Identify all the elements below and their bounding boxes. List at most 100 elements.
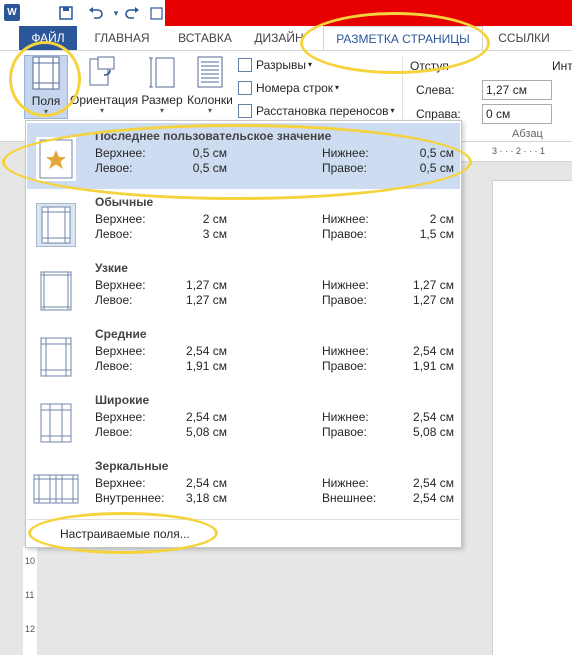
right-label: Правое: bbox=[322, 293, 367, 307]
document-page[interactable] bbox=[492, 180, 572, 655]
ruler-ticks: 3 · · · 2 · · · 1 bbox=[492, 146, 546, 156]
custom-margins-link[interactable]: Настраиваемые поля... bbox=[60, 527, 190, 541]
left-value: 0,5 см bbox=[192, 161, 227, 175]
top-value: 2,54 см bbox=[186, 410, 227, 424]
tab-home[interactable]: ГЛАВНАЯ bbox=[82, 26, 162, 50]
redo-icon[interactable] bbox=[122, 3, 142, 23]
left-value: 3 см bbox=[202, 227, 227, 241]
tab-insert[interactable]: ВСТАВКА bbox=[166, 26, 244, 50]
line-numbers-label: Номера строк bbox=[256, 81, 334, 95]
right-label: Правое: bbox=[322, 425, 367, 439]
right-label: Правое: bbox=[322, 161, 367, 175]
orientation-icon bbox=[88, 55, 116, 89]
margins-option-narrow[interactable]: Узкие Верхнее: 1,27 см Нижнее: 1,27 см Л… bbox=[27, 255, 460, 321]
right-value: 1,27 см bbox=[413, 293, 454, 307]
inside-label: Внутреннее: bbox=[95, 491, 165, 505]
option-title: Обычные bbox=[95, 195, 154, 209]
breaks-icon bbox=[238, 58, 252, 72]
line-numbers-dropdown-icon: ▾ bbox=[335, 83, 340, 92]
save-icon[interactable] bbox=[56, 3, 76, 23]
right-value: 1,5 см bbox=[419, 227, 454, 241]
line-numbers-button[interactable]: Номера строк ▾ bbox=[238, 78, 339, 98]
ruler-tick-12: 12 bbox=[25, 624, 36, 634]
outside-label: Внешнее: bbox=[322, 491, 377, 505]
size-dropdown-icon: ▾ bbox=[159, 106, 164, 115]
margins-option-moderate[interactable]: Средние Верхнее: 2,54 см Нижнее: 2,54 см… bbox=[27, 321, 460, 387]
word-app-icon[interactable]: W bbox=[4, 4, 20, 21]
left-value: 5,08 см bbox=[186, 425, 227, 439]
indent-right-input[interactable]: 0 см bbox=[482, 104, 552, 124]
margins-icon bbox=[32, 56, 60, 90]
left-label: Левое: bbox=[95, 227, 133, 241]
columns-button[interactable]: Колонки ▾ bbox=[184, 55, 236, 119]
breaks-button[interactable]: Разрывы ▾ bbox=[238, 55, 312, 75]
margins-dropdown-icon: ▾ bbox=[43, 107, 48, 116]
menu-divider bbox=[27, 519, 460, 520]
top-label: Верхнее: bbox=[95, 410, 146, 424]
top-label: Верхнее: bbox=[95, 212, 146, 226]
size-label: Размер bbox=[141, 93, 183, 107]
ribbon-tabs: ФАЙЛ ГЛАВНАЯ ВСТАВКА ДИЗАЙН РАЗМЕТКА СТР… bbox=[0, 26, 572, 50]
spacing-title: Инт bbox=[552, 59, 572, 73]
margins-option-wide[interactable]: Широкие Верхнее: 2,54 см Нижнее: 2,54 см… bbox=[27, 387, 460, 453]
size-button[interactable]: Размер ▾ bbox=[140, 55, 184, 119]
indent-left-label: Слева: bbox=[416, 83, 455, 97]
bottom-value: 2,54 см bbox=[413, 344, 454, 358]
orientation-button[interactable]: Ориентация ▾ bbox=[70, 55, 138, 119]
vertical-ruler[interactable]: 10 11 12 bbox=[23, 546, 37, 655]
left-label: Левое: bbox=[95, 425, 133, 439]
margins-option-last-custom[interactable]: Последнее пользовательское значение Верх… bbox=[27, 123, 460, 189]
bottom-value: 2,54 см bbox=[413, 410, 454, 424]
indent-left-input[interactable]: 1,27 см bbox=[482, 80, 552, 100]
line-numbers-icon bbox=[238, 81, 252, 95]
custom-margins-icon bbox=[36, 137, 76, 181]
option-title: Широкие bbox=[95, 393, 150, 407]
horizontal-ruler[interactable]: 3 · · · 2 · · · 1 bbox=[462, 142, 572, 162]
breaks-dropdown-icon: ▾ bbox=[307, 60, 312, 69]
title-bar: W ▾ bbox=[0, 0, 572, 26]
left-value: 1,27 см bbox=[186, 293, 227, 307]
outside-value: 2,54 см bbox=[413, 491, 454, 505]
margins-button[interactable]: Поля ▾ bbox=[24, 55, 68, 119]
margins-dropdown-menu: Последнее пользовательское значение Верх… bbox=[25, 120, 462, 548]
inside-value: 3,18 см bbox=[186, 491, 227, 505]
hyphenation-dropdown-icon: ▾ bbox=[390, 106, 395, 115]
margins-label: Поля bbox=[31, 94, 61, 108]
bottom-value: 0,5 см bbox=[419, 146, 454, 160]
indent-title: Отступ bbox=[410, 59, 449, 73]
columns-label: Колонки bbox=[187, 93, 233, 107]
bottom-value: 2,54 см bbox=[413, 476, 454, 490]
option-title: Последнее пользовательское значение bbox=[95, 129, 332, 143]
option-title: Узкие bbox=[95, 261, 128, 275]
top-label: Верхнее: bbox=[95, 146, 146, 160]
top-value: 2,54 см bbox=[186, 344, 227, 358]
tab-design[interactable]: ДИЗАЙН bbox=[250, 26, 308, 50]
indent-right-label: Справа: bbox=[416, 107, 461, 121]
tab-file[interactable]: ФАЙЛ bbox=[19, 26, 77, 50]
undo-icon[interactable] bbox=[86, 3, 106, 23]
paragraph-group-label: Абзац bbox=[512, 128, 543, 140]
bottom-value: 2 см bbox=[429, 212, 454, 226]
top-value: 2,54 см bbox=[186, 476, 227, 490]
left-label: Левое: bbox=[95, 293, 133, 307]
bottom-value: 1,27 см bbox=[413, 278, 454, 292]
hyphenation-label: Расстановка переносов bbox=[256, 104, 389, 118]
top-value: 2 см bbox=[202, 212, 227, 226]
right-value: 5,08 см bbox=[413, 425, 454, 439]
narrow-margins-icon bbox=[36, 269, 76, 313]
orientation-dropdown-icon: ▾ bbox=[99, 106, 104, 115]
size-icon bbox=[148, 55, 176, 89]
tab-references[interactable]: ССЫЛКИ bbox=[490, 26, 558, 50]
ruler-tick-11: 11 bbox=[25, 590, 35, 600]
top-label: Верхнее: bbox=[95, 278, 146, 292]
columns-dropdown-icon: ▾ bbox=[207, 106, 212, 115]
mirrored-margins-icon bbox=[32, 467, 80, 511]
margins-option-normal[interactable]: Обычные Верхнее: 2 см Нижнее: 2 см Левое… bbox=[27, 189, 460, 255]
hyphenation-button[interactable]: Расстановка переносов ▾ bbox=[238, 101, 395, 121]
bottom-label: Нижнее: bbox=[322, 146, 369, 160]
margins-option-mirrored[interactable]: Зеркальные Верхнее: 2,54 см Нижнее: 2,54… bbox=[27, 453, 460, 519]
tab-page-layout[interactable]: РАЗМЕТКА СТРАНИЦЫ bbox=[323, 26, 483, 50]
breaks-label: Разрывы bbox=[256, 58, 306, 72]
checkbox-icon[interactable] bbox=[146, 3, 166, 23]
top-value: 1,27 см bbox=[186, 278, 227, 292]
